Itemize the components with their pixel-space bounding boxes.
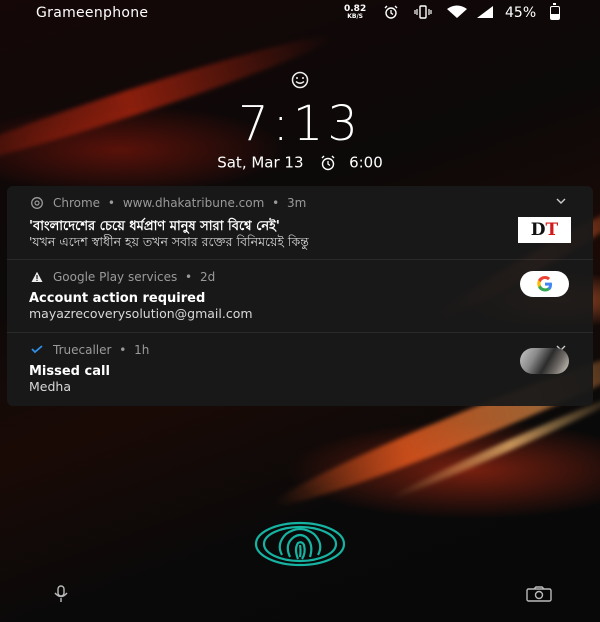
network-speed-value: 0.82 — [344, 4, 367, 14]
network-speed: 0.82 KB/S — [344, 5, 366, 21]
notification-header: Chrome • www.dhakatribune.com • 3m — [31, 196, 306, 210]
notification-header: Truecaller • 1h — [31, 343, 149, 357]
notification-header: Google Play services • 2d — [31, 270, 215, 284]
notification-age: 2d — [199, 270, 216, 284]
notification-body: Medha — [29, 379, 71, 394]
date-row: Sat, Mar 13 6:00 — [0, 153, 600, 172]
carrier-name: Grameenphone — [36, 5, 149, 21]
notification-app-name: Truecaller — [53, 343, 112, 357]
notification-source: www.dhakatribune.com — [122, 196, 265, 210]
battery-percent: 45% — [505, 5, 537, 21]
network-speed-unit: KB/S — [347, 13, 363, 20]
microphone-icon[interactable] — [52, 585, 70, 603]
next-alarm-time: 6:00 — [349, 153, 383, 172]
notification-panel: Chrome • www.dhakatribune.com • 3m 'বাংল… — [7, 186, 593, 406]
notification-app-name: Google Play services — [53, 270, 178, 284]
signal-icon — [477, 6, 493, 18]
notification-body: 'যখন এদেশ স্বাধীন হয় তখন সবার রক্তের বি… — [29, 234, 309, 249]
lock-date: Sat, Mar 13 — [217, 153, 304, 172]
google-g-icon — [536, 276, 552, 292]
chrome-icon — [31, 197, 43, 209]
notification-google-play[interactable]: Google Play services • 2d Account action… — [7, 259, 593, 332]
truecaller-icon — [31, 345, 43, 354]
warning-icon — [31, 271, 43, 282]
notification-age: 3m — [287, 196, 307, 210]
status-bar: Grameenphone 0.82 KB/S 45% — [0, 0, 600, 26]
battery-icon — [550, 3, 560, 20]
notification-title: Account action required — [29, 291, 206, 306]
separator: • — [185, 270, 193, 284]
contact-avatar — [520, 348, 569, 374]
lock-clock: 7:13 — [238, 96, 362, 152]
separator: • — [119, 343, 127, 357]
dhaka-tribune-logo: DT — [518, 217, 571, 243]
logo-letter-t: T — [545, 220, 559, 240]
fingerprint-icon[interactable] — [254, 521, 346, 567]
notification-truecaller[interactable]: Truecaller • 1h Missed call Medha — [7, 332, 593, 405]
camera-icon[interactable] — [526, 586, 552, 602]
separator: • — [272, 196, 280, 210]
google-logo — [520, 271, 569, 297]
notification-title: Missed call — [29, 364, 110, 379]
next-alarm-icon — [321, 155, 335, 170]
smile-icon — [291, 71, 309, 89]
notification-chrome[interactable]: Chrome • www.dhakatribune.com • 3m 'বাংল… — [7, 186, 593, 259]
logo-letter-d: D — [530, 220, 546, 240]
notification-app-name: Chrome — [53, 196, 101, 210]
notification-age: 1h — [134, 343, 150, 357]
alarm-icon — [384, 5, 398, 19]
separator: • — [107, 196, 115, 210]
battery-level — [551, 13, 559, 19]
wifi-icon — [447, 5, 467, 18]
vibrate-icon — [414, 5, 432, 19]
chevron-down-icon[interactable] — [555, 196, 567, 206]
notification-body: mayazrecoverysolution@gmail.com — [29, 306, 253, 321]
